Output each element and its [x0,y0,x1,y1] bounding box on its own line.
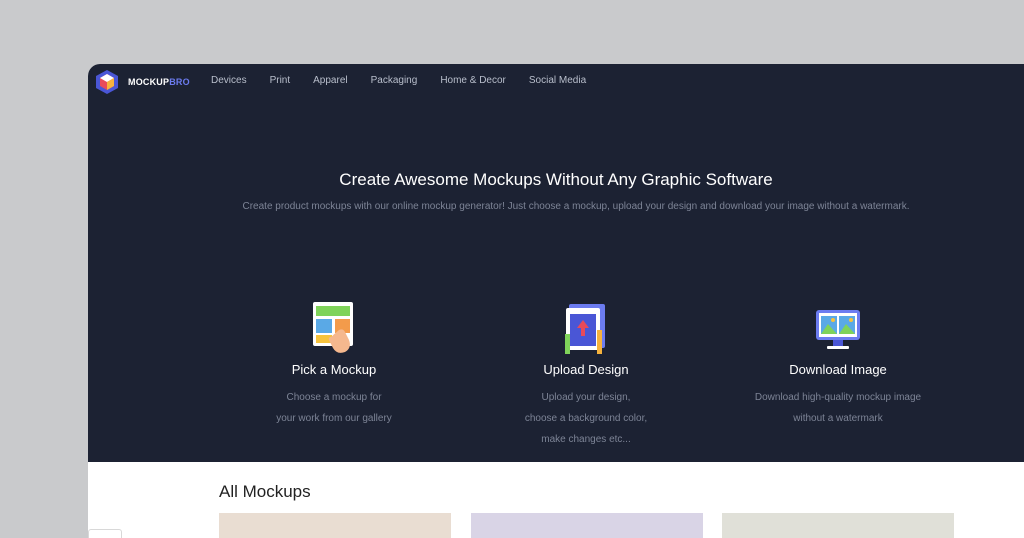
nav-social-media[interactable]: Social Media [529,75,586,86]
nav-links: Devices Print Apparel Packaging Home & D… [211,75,609,86]
step-description: Download high-quality mockup image witho… [754,392,922,424]
step-pick-mockup: Pick a Mockup Choose a mockup for your w… [224,300,444,429]
nav-packaging[interactable]: Packaging [371,75,418,86]
brand-logo[interactable]: MOCKUPBRO [94,69,190,95]
hero-subtitle: Create product mockups with our online m… [242,201,910,212]
browser-window: MOCKUPBRO Devices Print Apparel Packagin… [88,64,1024,538]
brand-name: MOCKUPBRO [128,77,190,87]
step-title: Pick a Mockup [291,362,377,377]
step-description: Choose a mockup for your work from our g… [276,392,392,424]
nav-home-decor[interactable]: Home & Decor [440,75,506,86]
mockup-card[interactable] [471,513,703,538]
step-download-image: Download Image Download high-quality moc… [728,300,948,429]
nav-print[interactable]: Print [270,75,291,86]
mockupbro-logo-icon [96,70,118,94]
step-title: Download Image [789,362,887,377]
step-description: Upload your design, choose a background … [524,392,648,445]
hero-section: MOCKUPBRO Devices Print Apparel Packagin… [88,64,1024,462]
nav-devices[interactable]: Devices [211,75,247,86]
side-toggle-tab[interactable] [88,529,122,538]
mockup-card[interactable] [722,513,954,538]
download-image-icon [816,310,860,349]
nav-apparel[interactable]: Apparel [313,75,347,86]
pick-mockup-icon [313,302,353,353]
step-title: Upload Design [543,362,629,377]
all-mockups-heading: All Mockups [219,482,311,501]
step-upload-design: Upload Design Upload your design, choose… [476,300,696,450]
top-navigation: MOCKUPBRO Devices Print Apparel Packagin… [88,64,1024,100]
mockup-card[interactable] [219,513,451,538]
hero-title: Create Awesome Mockups Without Any Graph… [339,170,773,189]
upload-design-icon [565,304,605,354]
